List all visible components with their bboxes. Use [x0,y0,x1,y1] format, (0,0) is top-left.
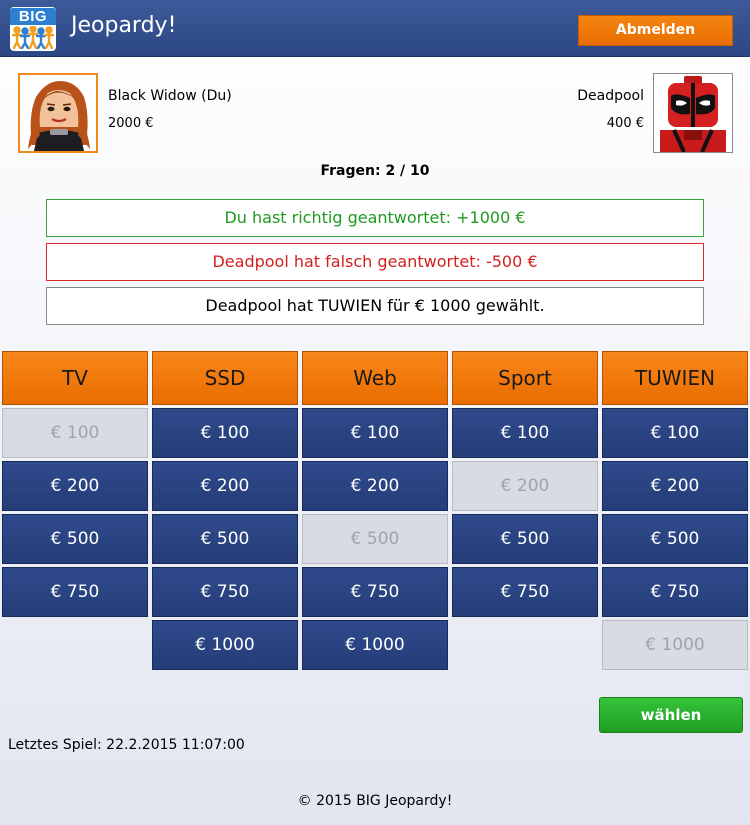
question-cell-ssd-1000[interactable]: € 1000 [152,620,298,670]
player-you-score: 2000 € [108,116,154,131]
choose-button[interactable]: wählen [599,697,743,733]
question-cell-web-500: € 500 [302,514,448,564]
app-title: Jeopardy! [71,13,177,38]
question-cell-tv-500[interactable]: € 500 [2,514,148,564]
logout-button[interactable]: Abmelden [578,15,733,46]
logo-text: BIG [10,8,56,25]
player-opponent-name: Deadpool [577,88,644,104]
question-cell-tv-200[interactable]: € 200 [2,461,148,511]
question-cell-web-1000[interactable]: € 1000 [302,620,448,670]
question-cell-tuwien-500[interactable]: € 500 [602,514,748,564]
message-correct: Du hast richtig geantwortet: +1000 € [46,199,704,237]
question-cell-sport-100[interactable]: € 100 [452,408,598,458]
last-game-info: Letztes Spiel: 22.2.2015 11:07:00 [8,737,245,753]
question-counter: Fragen: 2 / 10 [320,163,430,179]
black-widow-avatar [18,73,98,153]
question-cell-ssd-200[interactable]: € 200 [152,461,298,511]
question-cell-web-200[interactable]: € 200 [302,461,448,511]
question-cell-sport-750[interactable]: € 750 [452,567,598,617]
question-cell-tv-750[interactable]: € 750 [2,567,148,617]
category-web: Web [302,351,448,405]
question-cell-tuwien-100[interactable]: € 100 [602,408,748,458]
player-opponent-score: 400 € [606,116,644,131]
category-ssd: SSD [152,351,298,405]
message-wrong: Deadpool hat falsch geantwortet: -500 € [46,243,704,281]
logo-figures-icon [12,26,54,50]
app-header: BIG Jeopardy! Abmelden [0,0,750,57]
question-cell-tv-100: € 100 [2,408,148,458]
message-info: Deadpool hat TUWIEN für € 1000 gewählt. [46,287,704,325]
question-cell-ssd-500[interactable]: € 500 [152,514,298,564]
category-tuwien: TUWIEN [602,351,748,405]
question-cell-sport-500[interactable]: € 500 [452,514,598,564]
question-cell-web-100[interactable]: € 100 [302,408,448,458]
category-sport: Sport [452,351,598,405]
question-cell-web-750[interactable]: € 750 [302,567,448,617]
question-cell-tuwien-750[interactable]: € 750 [602,567,748,617]
question-cell-sport-200: € 200 [452,461,598,511]
player-you-name: Black Widow (Du) [108,88,232,104]
big-logo-icon: BIG [10,7,56,51]
question-cell-ssd-100[interactable]: € 100 [152,408,298,458]
deadpool-avatar [653,73,733,153]
question-cell-tuwien-200[interactable]: € 200 [602,461,748,511]
footer-copyright: © 2015 BIG Jeopardy! [297,793,453,809]
question-cell-ssd-750[interactable]: € 750 [152,567,298,617]
question-cell-tuwien-1000: € 1000 [602,620,748,670]
category-tv: TV [2,351,148,405]
